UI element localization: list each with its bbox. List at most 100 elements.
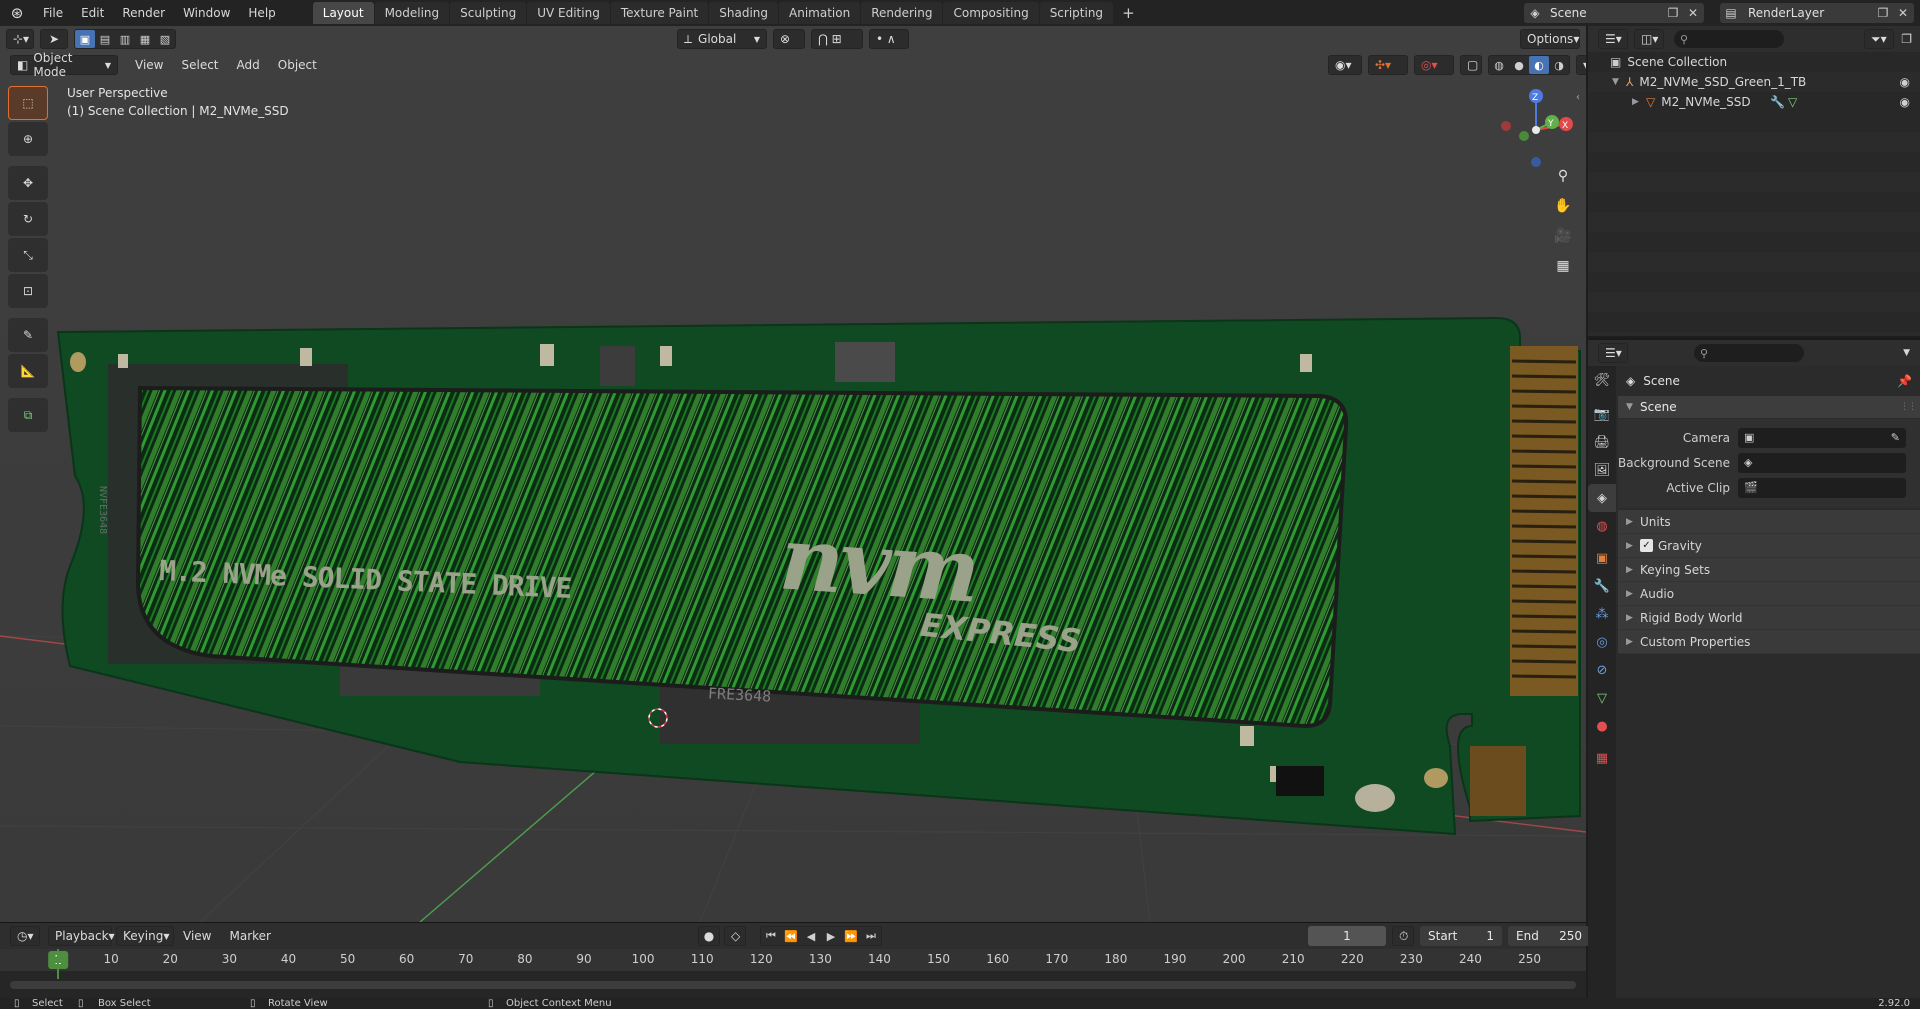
next-keyframe-icon[interactable]: ⏩: [841, 927, 861, 945]
tab-sculpting[interactable]: Sculpting: [450, 2, 527, 24]
outliner-empty-area[interactable]: [1588, 112, 1920, 336]
record-button[interactable]: ●: [698, 926, 720, 946]
menu-file[interactable]: File: [34, 0, 72, 26]
tab-layout[interactable]: Layout: [312, 2, 374, 24]
blender-logo-icon[interactable]: ⊛: [0, 0, 34, 26]
rotate-tool[interactable]: ↻: [8, 202, 48, 236]
ortho-toggle-button[interactable]: ▦: [1549, 252, 1577, 280]
outliner-item-ssd[interactable]: ▶ ▽ M2_NVMe_SSD 🔧 ▽ ◉: [1588, 92, 1920, 112]
chevron-down-icon[interactable]: ▼: [1903, 348, 1910, 358]
gravity-checkbox[interactable]: ✓: [1640, 539, 1653, 552]
wireframe-shading-icon[interactable]: ◍: [1489, 56, 1509, 74]
view-layer-selector[interactable]: ▤ RenderLayer ❐ ✕: [1720, 3, 1914, 23]
preview-range-toggle[interactable]: ⏱: [1392, 926, 1414, 946]
delete-view-layer-icon[interactable]: ✕: [1892, 3, 1914, 23]
tab-compositing[interactable]: Compositing: [943, 2, 1039, 24]
camera-field[interactable]: ▣ ✎: [1738, 427, 1906, 448]
outliner-item-ssd-green[interactable]: ▼ ⅄ M2_NVMe_SSD_Green_1_TB ◉: [1588, 72, 1920, 92]
scene-panel-header[interactable]: ▼ Scene ⋮⋮: [1618, 396, 1920, 418]
select-box-tool[interactable]: ⬚: [8, 86, 48, 120]
rigid-body-world-panel-header[interactable]: ▶ Rigid Body World: [1618, 606, 1920, 630]
menu-select[interactable]: Select: [172, 58, 227, 72]
tab-render[interactable]: 📷: [1588, 400, 1616, 428]
jump-end-icon[interactable]: ⏭: [861, 927, 881, 945]
play-icon[interactable]: ▶: [821, 927, 841, 945]
tab-data[interactable]: ▽: [1588, 684, 1616, 712]
cursor-tool[interactable]: ⊕: [8, 122, 48, 156]
material-preview-shading-icon[interactable]: ◐: [1529, 56, 1549, 74]
menu-render[interactable]: Render: [113, 0, 174, 26]
keying-sets-panel-header[interactable]: ▶ Keying Sets: [1618, 558, 1920, 582]
keying-dropdown[interactable]: Keying ▼: [116, 926, 174, 946]
gizmo-dropdown[interactable]: ✣▾: [1368, 55, 1408, 75]
eyedropper-icon[interactable]: ✎: [1891, 431, 1900, 444]
end-frame-field[interactable]: End 250: [1508, 926, 1590, 946]
tab-output[interactable]: 🖨: [1588, 428, 1616, 456]
tab-animation[interactable]: Animation: [779, 2, 861, 24]
menu-window[interactable]: Window: [174, 0, 239, 26]
tab-modeling[interactable]: Modeling: [374, 2, 450, 24]
expand-icon[interactable]: ▼: [1612, 77, 1626, 87]
editor-type-dropdown[interactable]: ⊹▾: [6, 29, 34, 49]
select-new-icon[interactable]: ▣: [75, 30, 95, 48]
tab-texture[interactable]: ▦: [1588, 744, 1616, 772]
tab-view-layer[interactable]: 🖼: [1588, 456, 1616, 484]
add-cube-tool[interactable]: ⧉: [8, 398, 48, 432]
3d-viewport[interactable]: M.2 NVMe SOLID STATE DRIVE nvm EXPRESS F…: [0, 26, 1586, 922]
new-scene-icon[interactable]: ❐: [1662, 3, 1684, 23]
audio-panel-header[interactable]: ▶ Audio: [1618, 582, 1920, 606]
tab-rendering[interactable]: Rendering: [861, 2, 943, 24]
visibility-dropdown[interactable]: ◉▾: [1328, 55, 1362, 75]
proportional-edit-dropdown[interactable]: • ∧: [869, 29, 909, 49]
menu-help[interactable]: Help: [239, 0, 284, 26]
jump-start-icon[interactable]: ⏮: [761, 927, 781, 945]
pivot-point-dropdown[interactable]: ⊗: [773, 29, 805, 49]
start-frame-field[interactable]: Start 1: [1420, 926, 1502, 946]
select-subtract-icon[interactable]: ▥: [115, 30, 135, 48]
zoom-button[interactable]: ⚲: [1549, 162, 1577, 190]
add-workspace-button[interactable]: +: [1114, 2, 1143, 24]
timeline-menu-marker[interactable]: Marker: [220, 929, 279, 943]
scale-tool[interactable]: ⤡: [8, 238, 48, 272]
tab-tool[interactable]: 🛠: [1588, 366, 1616, 394]
move-tool[interactable]: ✥: [8, 166, 48, 200]
background-scene-field[interactable]: ◈: [1738, 452, 1906, 473]
solid-shading-icon[interactable]: ●: [1509, 56, 1529, 74]
overlays-dropdown[interactable]: ◎▾: [1414, 55, 1454, 75]
tab-uv-editing[interactable]: UV Editing: [527, 2, 610, 24]
active-clip-field[interactable]: 🎬: [1738, 477, 1906, 498]
sidebar-toggle-icon[interactable]: ‹: [1576, 92, 1580, 103]
timeline-editor-type-dropdown[interactable]: ◷▾: [10, 926, 40, 946]
timeline-scrollbar[interactable]: [10, 981, 1576, 989]
snap-dropdown[interactable]: ⋂ ⊞: [811, 29, 863, 49]
current-frame-field[interactable]: 1: [1308, 926, 1386, 946]
select-invert-icon[interactable]: ▦: [135, 30, 155, 48]
timeline-track[interactable]: [0, 949, 1586, 999]
tab-shading[interactable]: Shading: [709, 2, 778, 24]
tab-constraints[interactable]: ⊘: [1588, 656, 1616, 684]
display-mode-dropdown[interactable]: ◫▾: [1634, 29, 1664, 49]
auto-key-options[interactable]: ◇: [724, 926, 746, 946]
menu-edit[interactable]: Edit: [72, 0, 113, 26]
menu-add[interactable]: Add: [228, 58, 269, 72]
gravity-panel-header[interactable]: ▶ ✓ Gravity: [1618, 534, 1920, 558]
tab-scene[interactable]: ◈: [1588, 484, 1616, 512]
select-intersect-icon[interactable]: ▧: [155, 30, 175, 48]
rendered-shading-icon[interactable]: ◑: [1549, 56, 1569, 74]
new-view-layer-icon[interactable]: ❐: [1872, 3, 1894, 23]
transform-orientation-dropdown[interactable]: ⟂ Global ▼: [677, 29, 767, 49]
menu-view[interactable]: View: [126, 58, 172, 72]
select-extend-icon[interactable]: ▤: [95, 30, 115, 48]
properties-search-input[interactable]: ⚲: [1694, 344, 1804, 362]
custom-properties-panel-header[interactable]: ▶ Custom Properties: [1618, 630, 1920, 654]
outliner-scene-collection[interactable]: ▣ Scene Collection: [1588, 52, 1920, 72]
tab-physics[interactable]: ◎: [1588, 628, 1616, 656]
tab-particles[interactable]: ⁂: [1588, 600, 1616, 628]
transform-tool[interactable]: ⊡: [8, 274, 48, 308]
eye-icon[interactable]: ◉: [1900, 75, 1910, 89]
expand-icon[interactable]: ▶: [1632, 97, 1646, 107]
tab-material[interactable]: ●: [1588, 712, 1616, 740]
tab-scripting[interactable]: Scripting: [1039, 2, 1114, 24]
play-reverse-icon[interactable]: ◀: [801, 927, 821, 945]
filter-dropdown[interactable]: ⏷▾: [1864, 29, 1894, 49]
